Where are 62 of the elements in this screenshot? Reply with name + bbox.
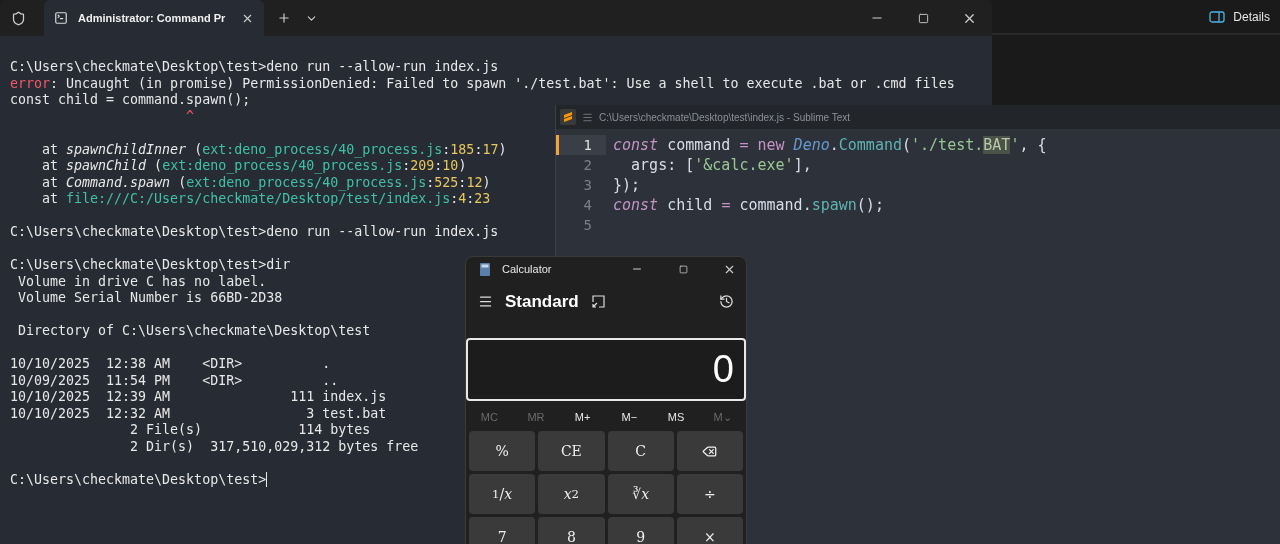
terminal-line: 10/10/2025 12:39 AM 111 index.js — [10, 389, 387, 406]
code-line: }); — [613, 175, 641, 195]
history-icon[interactable] — [719, 294, 734, 310]
text-cursor — [266, 472, 268, 487]
terminal-line: const child = command.spawn(); — [10, 92, 251, 109]
backspace-key[interactable] — [676, 431, 743, 471]
terminal-line: C:\Users\checkmate\Desktop\test> — [10, 471, 268, 488]
terminal-line: C:\Users\checkmate\Desktop\test>deno run --allow-run index.js — [10, 224, 499, 241]
terminal-line: at spawnChild (ext:deno_process/40_process.js:209:10) — [41, 158, 467, 175]
calculator-key[interactable]: ÷ — [676, 474, 743, 514]
tab-title: Administrator: Command Pr — [78, 12, 227, 24]
terminal-line: at spawnChildInner (ext:deno_process/40_process.js:185:17) — [41, 141, 507, 158]
mode-title: Standard — [505, 291, 579, 312]
terminal-icon — [54, 11, 68, 25]
keep-on-top-icon[interactable] — [590, 294, 606, 310]
line-number: 2 — [582, 156, 593, 175]
terminal-line: 2 File(s) 114 bytes — [129, 422, 371, 439]
details-button[interactable]: Details — [1233, 9, 1270, 24]
line-number: 4 — [582, 196, 593, 215]
terminal-line: 10/09/2025 11:54 PM <DIR> .. — [10, 372, 339, 389]
line-number: 3 — [582, 176, 593, 195]
terminal-line: ^ — [185, 108, 195, 125]
terminal-line: C:\Users\checkmate\Desktop\test>dir — [10, 257, 291, 274]
terminal-line: Volume Serial Number is 66BD-2D38 — [17, 290, 283, 307]
terminal-tab[interactable]: Administrator: Command Pr — [44, 0, 264, 36]
terminal-line: C:\Users\checkmate\Desktop\test>deno run --allow-run index.js — [10, 59, 499, 76]
terminal-line: 10/10/2025 12:32 AM 3 test.bat — [10, 405, 387, 422]
maximize-icon[interactable] — [917, 12, 929, 24]
memory-button[interactable]: MS — [652, 409, 700, 426]
calculator-key[interactable]: CE — [538, 431, 605, 471]
code-line: const child = command.spawn(); — [613, 195, 884, 215]
line-number: 1 — [556, 135, 606, 155]
menu-icon[interactable] — [478, 294, 493, 310]
calculator-key[interactable]: % — [469, 431, 536, 471]
panel-icon — [1209, 10, 1226, 23]
calculator-key[interactable]: C — [607, 431, 674, 471]
terminal-line: error: Uncaught (in promise) PermissionDenied: Failed to spawn './test.bat': Use a shell to execute .bat or .cmd files — [10, 75, 955, 92]
result-display: 0 — [466, 338, 746, 402]
backspace-icon — [702, 443, 718, 459]
calculator-key[interactable]: 9 — [607, 517, 674, 544]
terminal-line: at Command.spawn (ext:deno_process/40_process.js:525:12) — [41, 174, 491, 191]
terminal-line: at file:///C:/Users/checkmate/Desktop/test/index.js:4:23 — [41, 191, 491, 208]
code-line: const command = new Deno.Command('./test.BAT', { — [613, 135, 1047, 155]
memory-button[interactable]: M+ — [559, 409, 606, 426]
calculator-icon — [480, 262, 490, 276]
terminal-line: Volume in drive C has no label. — [17, 273, 267, 290]
calculator-key[interactable]: × — [676, 517, 743, 544]
code-line: args: ['&calc.exe'], — [630, 155, 812, 175]
terminal-line: 10/10/2025 12:38 AM <DIR> . — [10, 356, 331, 373]
terminal-line: 2 Dir(s) 317,510,029,312 bytes free — [129, 438, 419, 455]
calculator-key[interactable]: 7 — [469, 517, 536, 544]
line-number: 5 — [582, 216, 593, 235]
shield-icon[interactable] — [10, 10, 26, 26]
window-title: C:\Users\checkmate\Desktop\test\index.js - Sublime Text — [599, 111, 851, 123]
terminal-line: Directory of C:\Users\checkmate\Desktop\test — [17, 323, 371, 340]
memory-button[interactable]: M− — [606, 409, 653, 426]
window-title: Calculator — [502, 263, 552, 275]
plus-icon[interactable] — [277, 11, 291, 25]
maximize-icon[interactable] — [678, 264, 688, 274]
app-logo-icon — [560, 109, 576, 125]
calculator-key[interactable]: ∛x — [607, 474, 674, 514]
calculator-key[interactable]: 8 — [538, 517, 605, 544]
